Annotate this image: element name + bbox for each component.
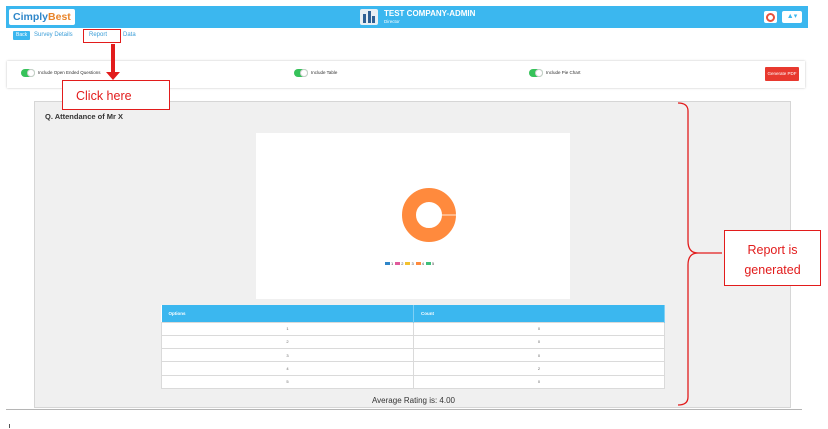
top-bar: CimplyBest TEST COMPANY-ADMIN Director ▲…	[6, 6, 808, 28]
click-here-callout: Click here	[62, 80, 170, 110]
legend-swatch	[385, 262, 390, 266]
table-row: 30	[161, 348, 665, 363]
option-cell: 1	[161, 321, 414, 336]
table-row: 42	[161, 361, 665, 376]
company-role: Director	[384, 19, 400, 24]
legend-item-3[interactable]: 3	[403, 261, 414, 266]
app-logo[interactable]: CimplyBest	[9, 9, 75, 25]
open-ended-label: Include Open Ended Questions	[38, 70, 101, 75]
legend-item-4[interactable]: 4	[414, 261, 424, 266]
table-header-row: Options Count	[161, 305, 665, 322]
page: CimplyBest TEST COMPANY-ADMIN Director ▲…	[0, 0, 828, 429]
logo-text-best: Best	[48, 11, 71, 23]
legend-item-5[interactable]: 5	[424, 261, 434, 266]
table-label: Include Table	[311, 70, 338, 75]
legend-item-2[interactable]: 2	[393, 261, 403, 266]
legend-swatch	[425, 262, 431, 266]
legend-swatch	[395, 262, 401, 266]
user-menu-button[interactable]: ▲▾	[782, 11, 802, 23]
table-row: 10	[161, 321, 665, 336]
option-cell: 3	[161, 348, 414, 363]
logo-text-cimply: Cimply	[13, 11, 49, 23]
report-tab-highlight	[83, 29, 121, 43]
report-callout-line1: Report is	[747, 243, 798, 257]
legend-swatch	[415, 262, 421, 266]
table-row: 20	[161, 334, 665, 350]
column-header-options: Options	[161, 305, 414, 322]
option-cell: 2	[161, 334, 414, 350]
chart-legend: 1234 5	[383, 261, 434, 266]
toggle-open-ended[interactable]	[21, 69, 35, 77]
legend-item-1[interactable]: 1	[383, 261, 393, 266]
pie-chart-card: 1234 5	[256, 133, 570, 299]
toggle-pie-chart[interactable]	[529, 69, 543, 77]
back-button[interactable]: Back	[13, 31, 31, 40]
legend-label: 5	[431, 261, 435, 266]
arrow-down-icon	[106, 72, 120, 80]
bottom-divider	[6, 409, 802, 410]
report-generated-callout: Report is generated	[724, 230, 821, 286]
count-cell: 0	[413, 348, 665, 363]
count-cell: 2	[413, 361, 665, 376]
arrow-shaft	[111, 44, 115, 72]
count-cell: 0	[413, 334, 665, 350]
option-cell: 4	[161, 361, 414, 376]
bottom-tick	[9, 424, 10, 428]
tab-survey-details[interactable]: Survey Details	[34, 32, 73, 38]
user-icon: ▲▾	[786, 13, 798, 20]
column-header-count: Count	[413, 305, 665, 322]
table-row: 50	[161, 374, 665, 389]
question-title: Q. Attendance of Mr X	[45, 112, 124, 121]
help-lifebuoy-icon[interactable]	[764, 11, 777, 23]
pie-chart	[402, 188, 456, 242]
company-building-icon	[360, 9, 378, 25]
company-name: TEST COMPANY-ADMIN	[384, 9, 476, 18]
count-cell: 0	[413, 321, 665, 336]
tab-data[interactable]: Data	[123, 32, 136, 38]
report-bracket	[677, 102, 722, 406]
toggle-table[interactable]	[294, 69, 308, 77]
pie-chart-label: Include Pie Chart	[546, 70, 581, 75]
count-cell: 0	[413, 374, 665, 389]
results-table: Options Count 1020304250	[161, 305, 665, 389]
report-callout-line2: generated	[744, 263, 801, 277]
generate-pdf-button[interactable]: Generate PDF	[765, 67, 799, 81]
option-cell: 5	[161, 374, 414, 389]
legend-swatch	[405, 262, 411, 266]
